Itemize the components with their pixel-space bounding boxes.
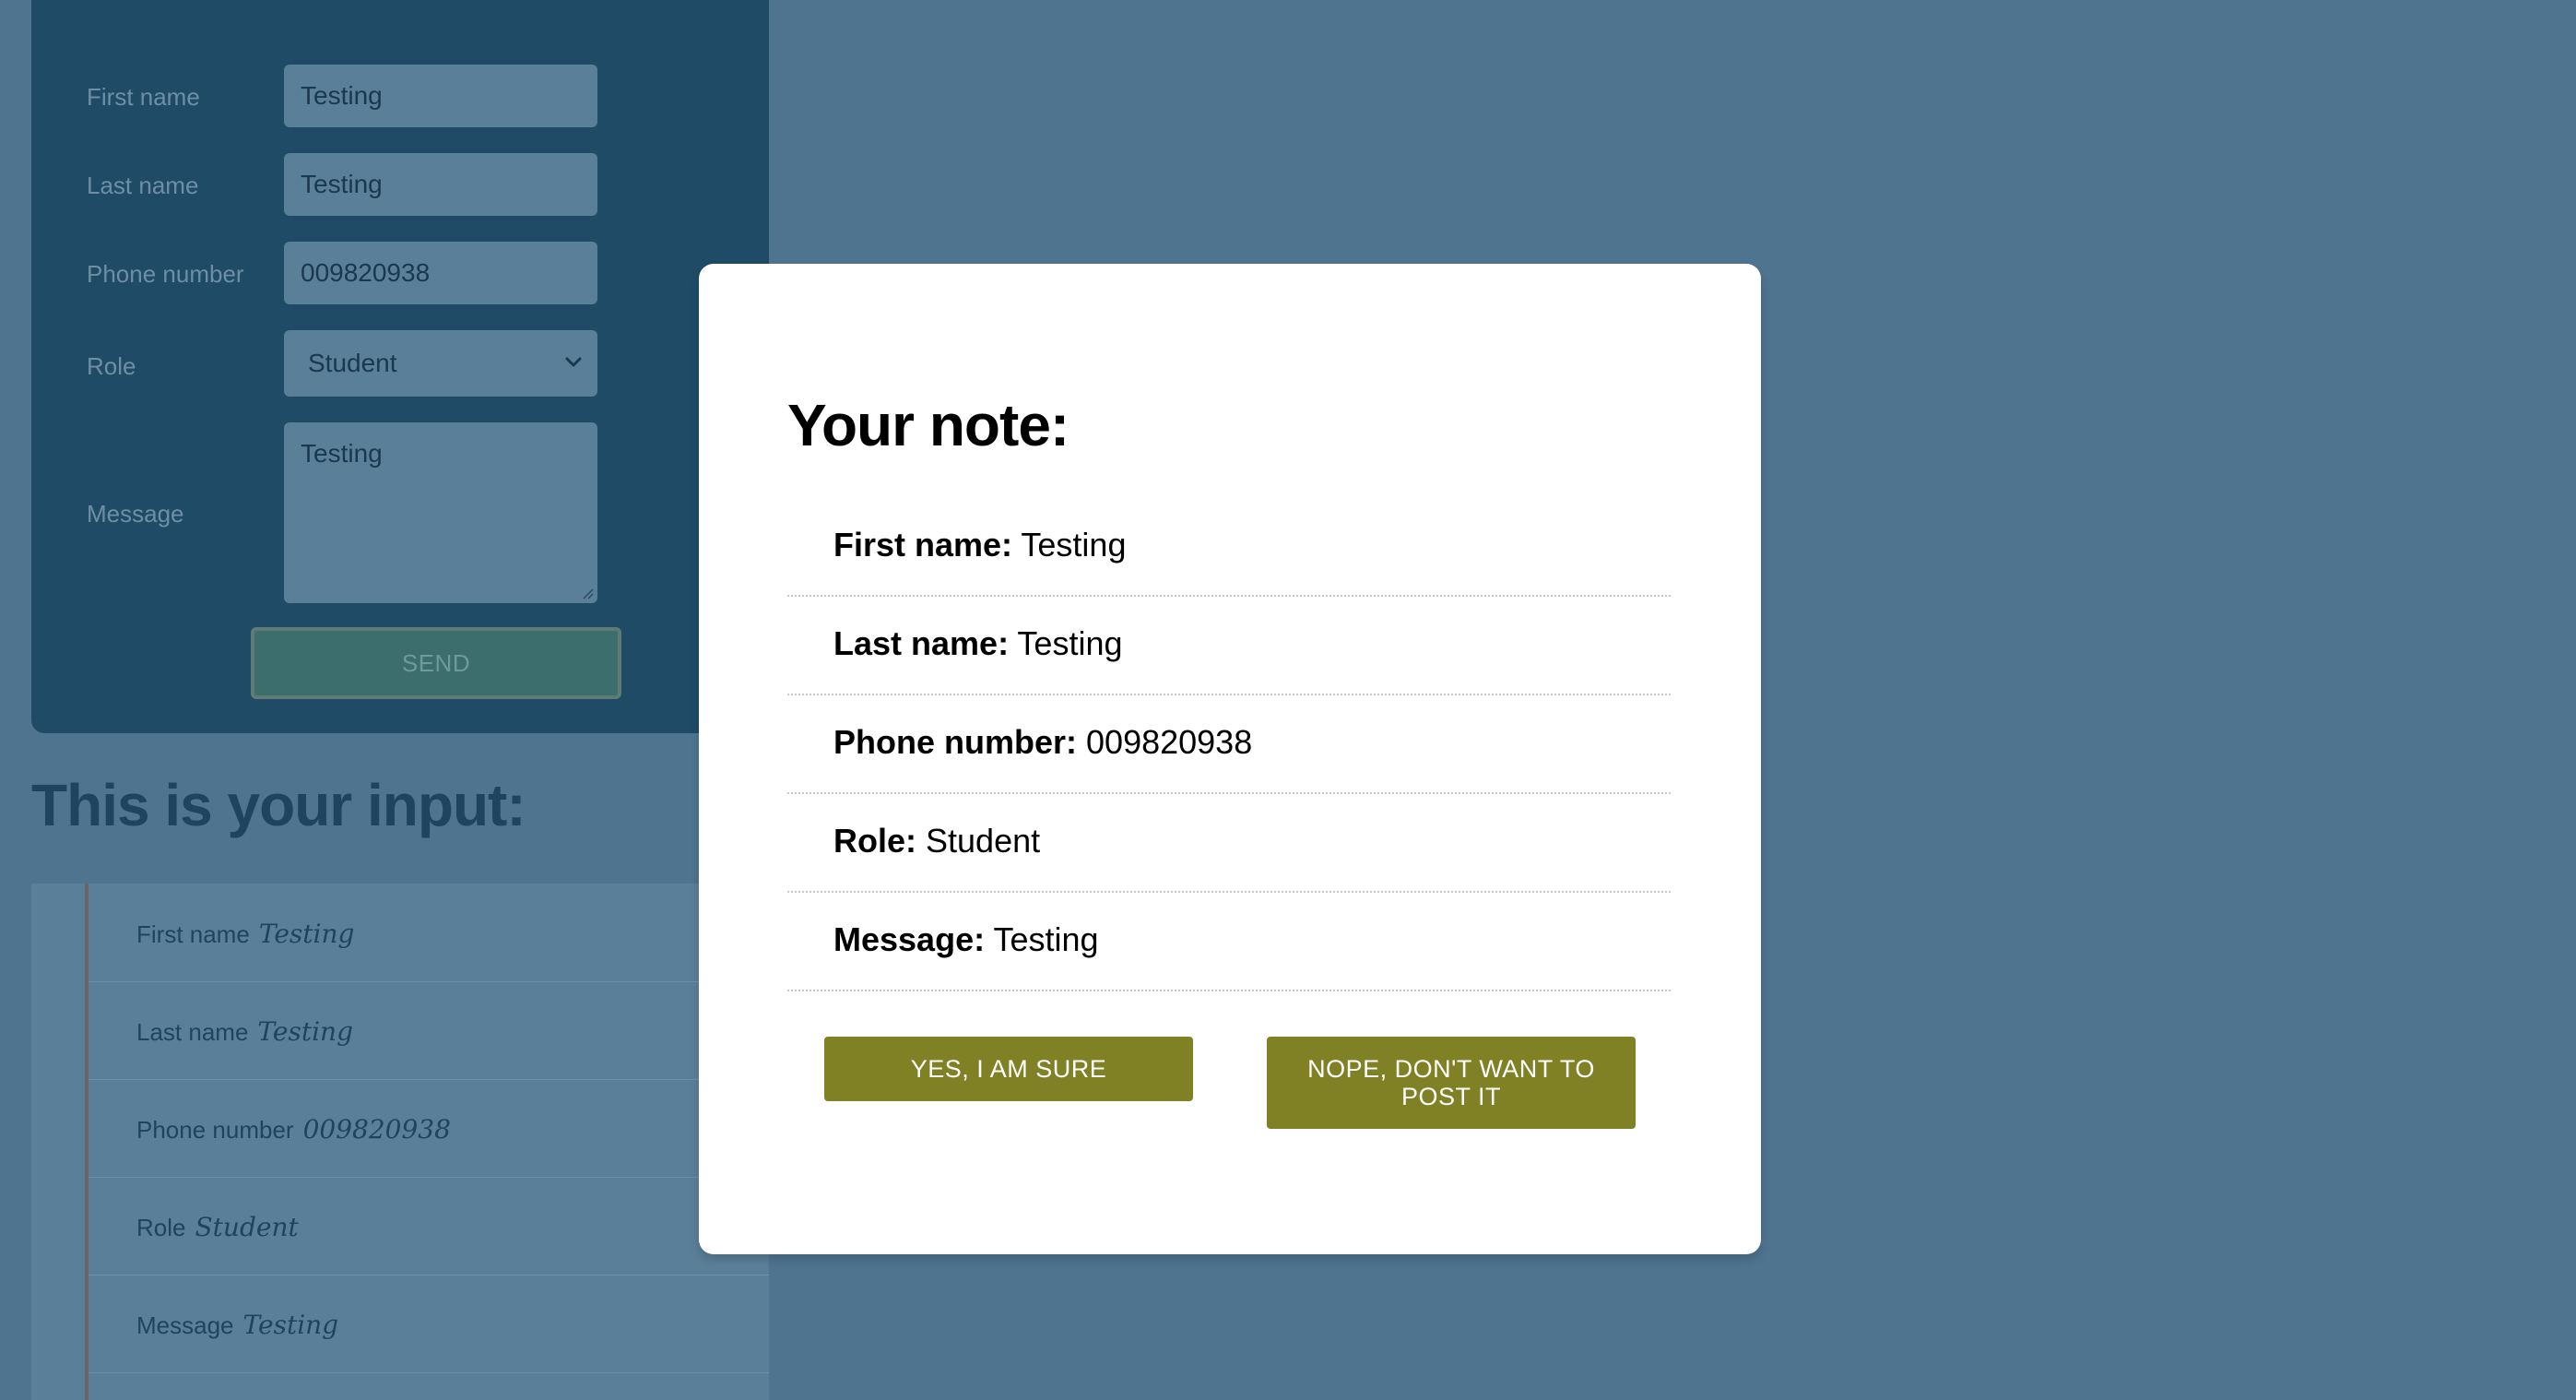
note-value: Testing [1017,624,1123,662]
list-item-value: 009820938 [302,1114,451,1145]
confirm-modal: Your note: First name: Testing Last name… [699,264,1761,1254]
contact-form: First name Testing Last name Testing Pho… [31,0,769,733]
note-row-last-name: Last name: Testing [787,597,1671,695]
phone-number-input[interactable]: 009820938 [284,242,597,304]
note-row-message: Message: Testing [787,893,1671,991]
last-name-input[interactable]: Testing [284,153,597,216]
role-select[interactable]: Student [284,330,597,397]
phone-number-label: Phone number [87,260,244,288]
list-item-value: Testing [258,919,355,949]
input-heading: This is your input: [31,772,526,838]
message-textarea-value: Testing [301,439,383,468]
list-item-label: Role [136,1214,186,1241]
list-item-value: Student [195,1212,299,1242]
note-label: First name: [833,526,1013,564]
first-name-input[interactable]: Testing [284,65,597,127]
confirm-button[interactable]: YES, I AM SURE [824,1037,1193,1101]
list-item: Phone number 009820938 [89,1079,769,1178]
note-list: First name: Testing Last name: Testing P… [787,498,1671,991]
note-label: Phone number: [833,723,1078,761]
message-textarea[interactable]: Testing [284,422,597,603]
cancel-button[interactable]: NOPE, DON'T WANT TO POST IT [1267,1037,1636,1129]
note-label: Message: [833,920,986,958]
role-select-value: Student [308,349,397,377]
note-value: Student [926,822,1041,860]
resize-grip-icon[interactable] [581,587,594,599]
last-name-label: Last name [87,172,199,199]
role-label: Role [87,352,136,380]
list-item: Last name Testing [89,981,769,1080]
chevron-down-icon [565,357,582,367]
list-item-label: Phone number [136,1116,294,1144]
note-row-first-name: First name: Testing [787,498,1671,597]
note-row-phone-number: Phone number: 009820938 [787,695,1671,794]
list-item-label: Last name [136,1018,249,1046]
note-value: Testing [993,920,1099,958]
message-label: Message [87,500,184,528]
send-button[interactable]: SEND [251,627,621,699]
list-item: Message Testing [89,1275,769,1373]
note-label: Role: [833,822,916,860]
input-list: First name Testing Last name Testing Phone… [31,884,769,1400]
list-item-label: Message [136,1311,234,1339]
modal-title: Your note: [787,392,1069,458]
list-item-value: Testing [257,1016,354,1047]
note-value: 009820938 [1086,723,1253,761]
note-value: Testing [1021,526,1127,564]
note-label: Last name: [833,624,1010,662]
list-item: First name Testing [89,884,769,982]
first-name-label: First name [87,83,200,111]
note-row-role: Role: Student [787,794,1671,893]
list-item-value: Testing [242,1310,339,1340]
list-item: Role Student [89,1177,769,1275]
list-item-label: First name [136,920,250,948]
